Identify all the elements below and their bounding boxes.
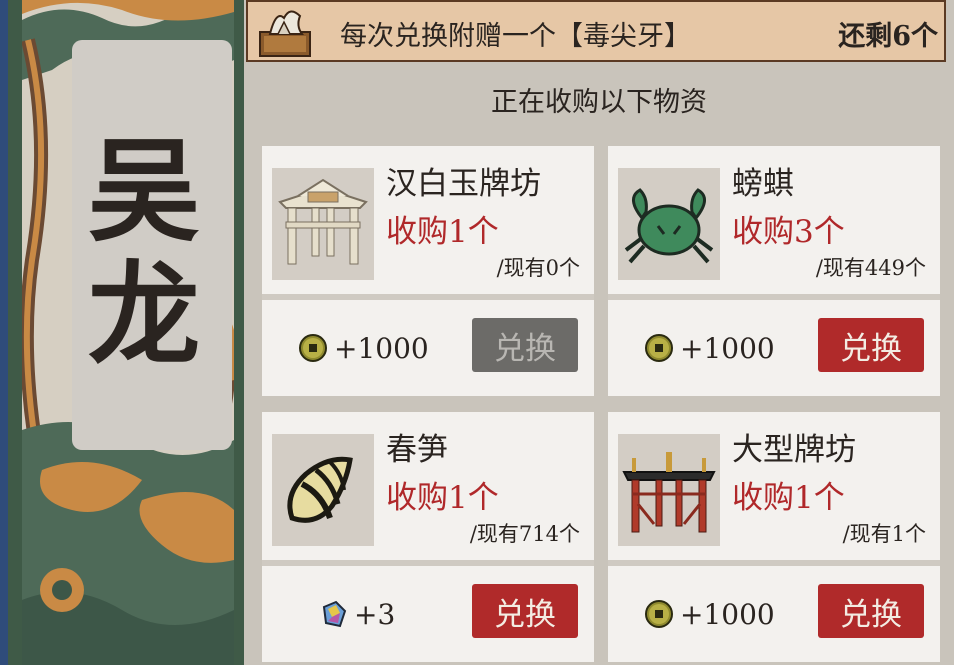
item-owned: /现有0个 (496, 256, 580, 280)
item-name: 大型牌坊 (732, 432, 856, 468)
bamboo-shoot-icon (287, 456, 353, 523)
item-name: 螃蜞 (732, 166, 794, 202)
reward: +1000 (298, 328, 429, 368)
item-name: 春笋 (386, 432, 448, 468)
item-request: 收购3个 (732, 214, 845, 250)
copper-coin-icon (299, 334, 327, 362)
white-jade-archway-icon (278, 178, 368, 265)
item-owned: /现有449个 (815, 256, 926, 280)
reward-amount: +1000 (334, 331, 429, 365)
large-archway-icon (622, 452, 716, 533)
exchange-button[interactable]: 兑换 (472, 584, 578, 638)
exchange-button[interactable]: 兑换 (818, 584, 924, 638)
item-reward-row: +1000 兑换 (608, 300, 940, 396)
item-card: 春笋 收购1个 /现有714个 +3 兑换 (262, 412, 594, 662)
item-info: 汉白玉牌坊 收购1个 /现有0个 (262, 146, 594, 294)
reward-amount: +3 (354, 597, 396, 631)
item-card: 螃蜞 收购3个 /现有449个 +1000 兑换 (608, 146, 940, 396)
gem-icon (322, 600, 347, 628)
item-reward-row: +1000 兑换 (608, 566, 940, 662)
item-info: 大型牌坊 收购1个 /现有1个 (608, 412, 940, 560)
reward: +1000 (644, 594, 775, 634)
item-thumbnail (272, 168, 374, 280)
item-request: 收购1个 (386, 214, 499, 250)
item-thumbnail (618, 434, 720, 546)
item-request: 收购1个 (732, 480, 845, 516)
copper-coin-icon (645, 334, 673, 362)
npc-banner-panel: 吴 龙 (0, 0, 244, 665)
banner-art: 吴 龙 (22, 0, 234, 665)
reward: +1000 (644, 328, 775, 368)
item-card: 汉白玉牌坊 收购1个 /现有0个 +1000 兑换 (262, 146, 594, 396)
item-name: 汉白玉牌坊 (386, 166, 541, 202)
gift-banner: 每次兑换附赠一个【毒尖牙】 还剩6个 (246, 0, 946, 62)
item-thumbnail (272, 434, 374, 546)
section-heading: 正在收购以下物资 (491, 87, 707, 118)
reward-amount: +1000 (680, 597, 775, 631)
item-request: 收购1个 (386, 480, 499, 516)
gift-text: 每次兑换附赠一个【毒尖牙】 (340, 21, 691, 52)
banner-edge (0, 0, 8, 665)
purchase-panel: 每次兑换附赠一个【毒尖牙】 还剩6个 正在收购以下物资 汉白玉牌坊 收购1个 / (244, 0, 954, 665)
item-card: 大型牌坊 收购1个 /现有1个 +1000 兑换 (608, 412, 940, 662)
remaining-count: 还剩6个 (838, 21, 938, 52)
npc-name: 吴 龙 (84, 130, 204, 378)
reward-amount: +1000 (680, 331, 775, 365)
item-info: 螃蜞 收购3个 /现有449个 (608, 146, 940, 294)
item-owned: /现有714个 (469, 522, 580, 546)
crab-icon (624, 188, 714, 264)
item-reward-row: +3 兑换 (262, 566, 594, 662)
item-reward-row: +1000 兑换 (262, 300, 594, 396)
copper-coin-icon (645, 600, 673, 628)
item-thumbnail (618, 168, 720, 280)
exchange-button[interactable]: 兑换 (472, 318, 578, 372)
item-owned: /现有1个 (842, 522, 926, 546)
poison-fang-box-icon (259, 10, 311, 57)
npc-name-line2: 龙 (88, 250, 200, 381)
exchange-button[interactable]: 兑换 (818, 318, 924, 372)
item-info: 春笋 收购1个 /现有714个 (262, 412, 594, 560)
npc-name-line1: 吴 (88, 126, 200, 257)
reward: +3 (318, 594, 395, 634)
